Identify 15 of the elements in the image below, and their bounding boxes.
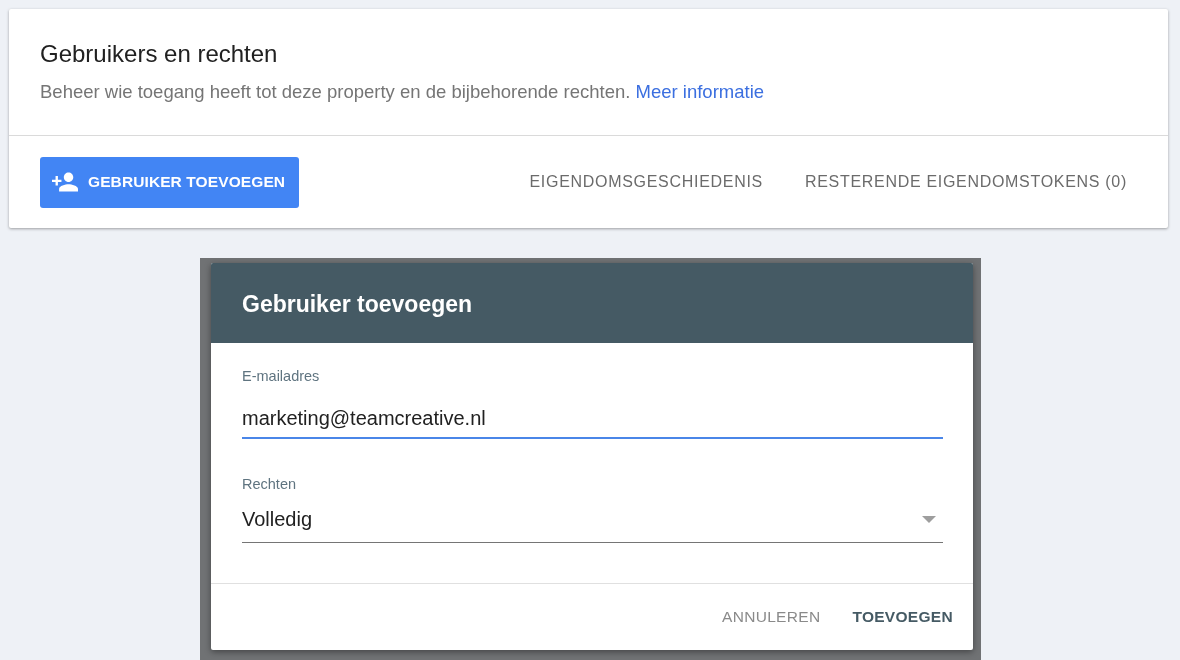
dialog-title: Gebruiker toevoegen bbox=[242, 290, 473, 318]
cancel-button[interactable]: ANNULEREN bbox=[722, 602, 821, 632]
caret-icon bbox=[922, 516, 936, 523]
add-user-button[interactable]: GEBRUIKER TOEVOEGEN bbox=[40, 156, 299, 208]
text-button[interactable]: EIGENDOMSGESCHIEDENIS bbox=[529, 165, 763, 199]
more-info-link[interactable]: Meer informatie bbox=[635, 81, 765, 102]
field-label: Rechten bbox=[242, 475, 296, 493]
confirm-button[interactable]: TOEVOEGEN bbox=[852, 602, 953, 632]
select-field[interactable]: Volledig bbox=[242, 497, 943, 543]
card-description: Beheer wie toegang heeft tot deze property en de bijbehorende rechten. Meer informatie bbox=[40, 80, 765, 104]
field-label: E-mailadres bbox=[242, 367, 320, 385]
email-input-field[interactable]: marketing@teamcreative.nl bbox=[242, 399, 943, 439]
card-title: Gebruikers en rechten bbox=[40, 39, 278, 69]
text-button[interactable]: RESTERENDE EIGENDOMSTOKENS (0) bbox=[804, 165, 1127, 199]
person-add-icon bbox=[52, 172, 78, 192]
